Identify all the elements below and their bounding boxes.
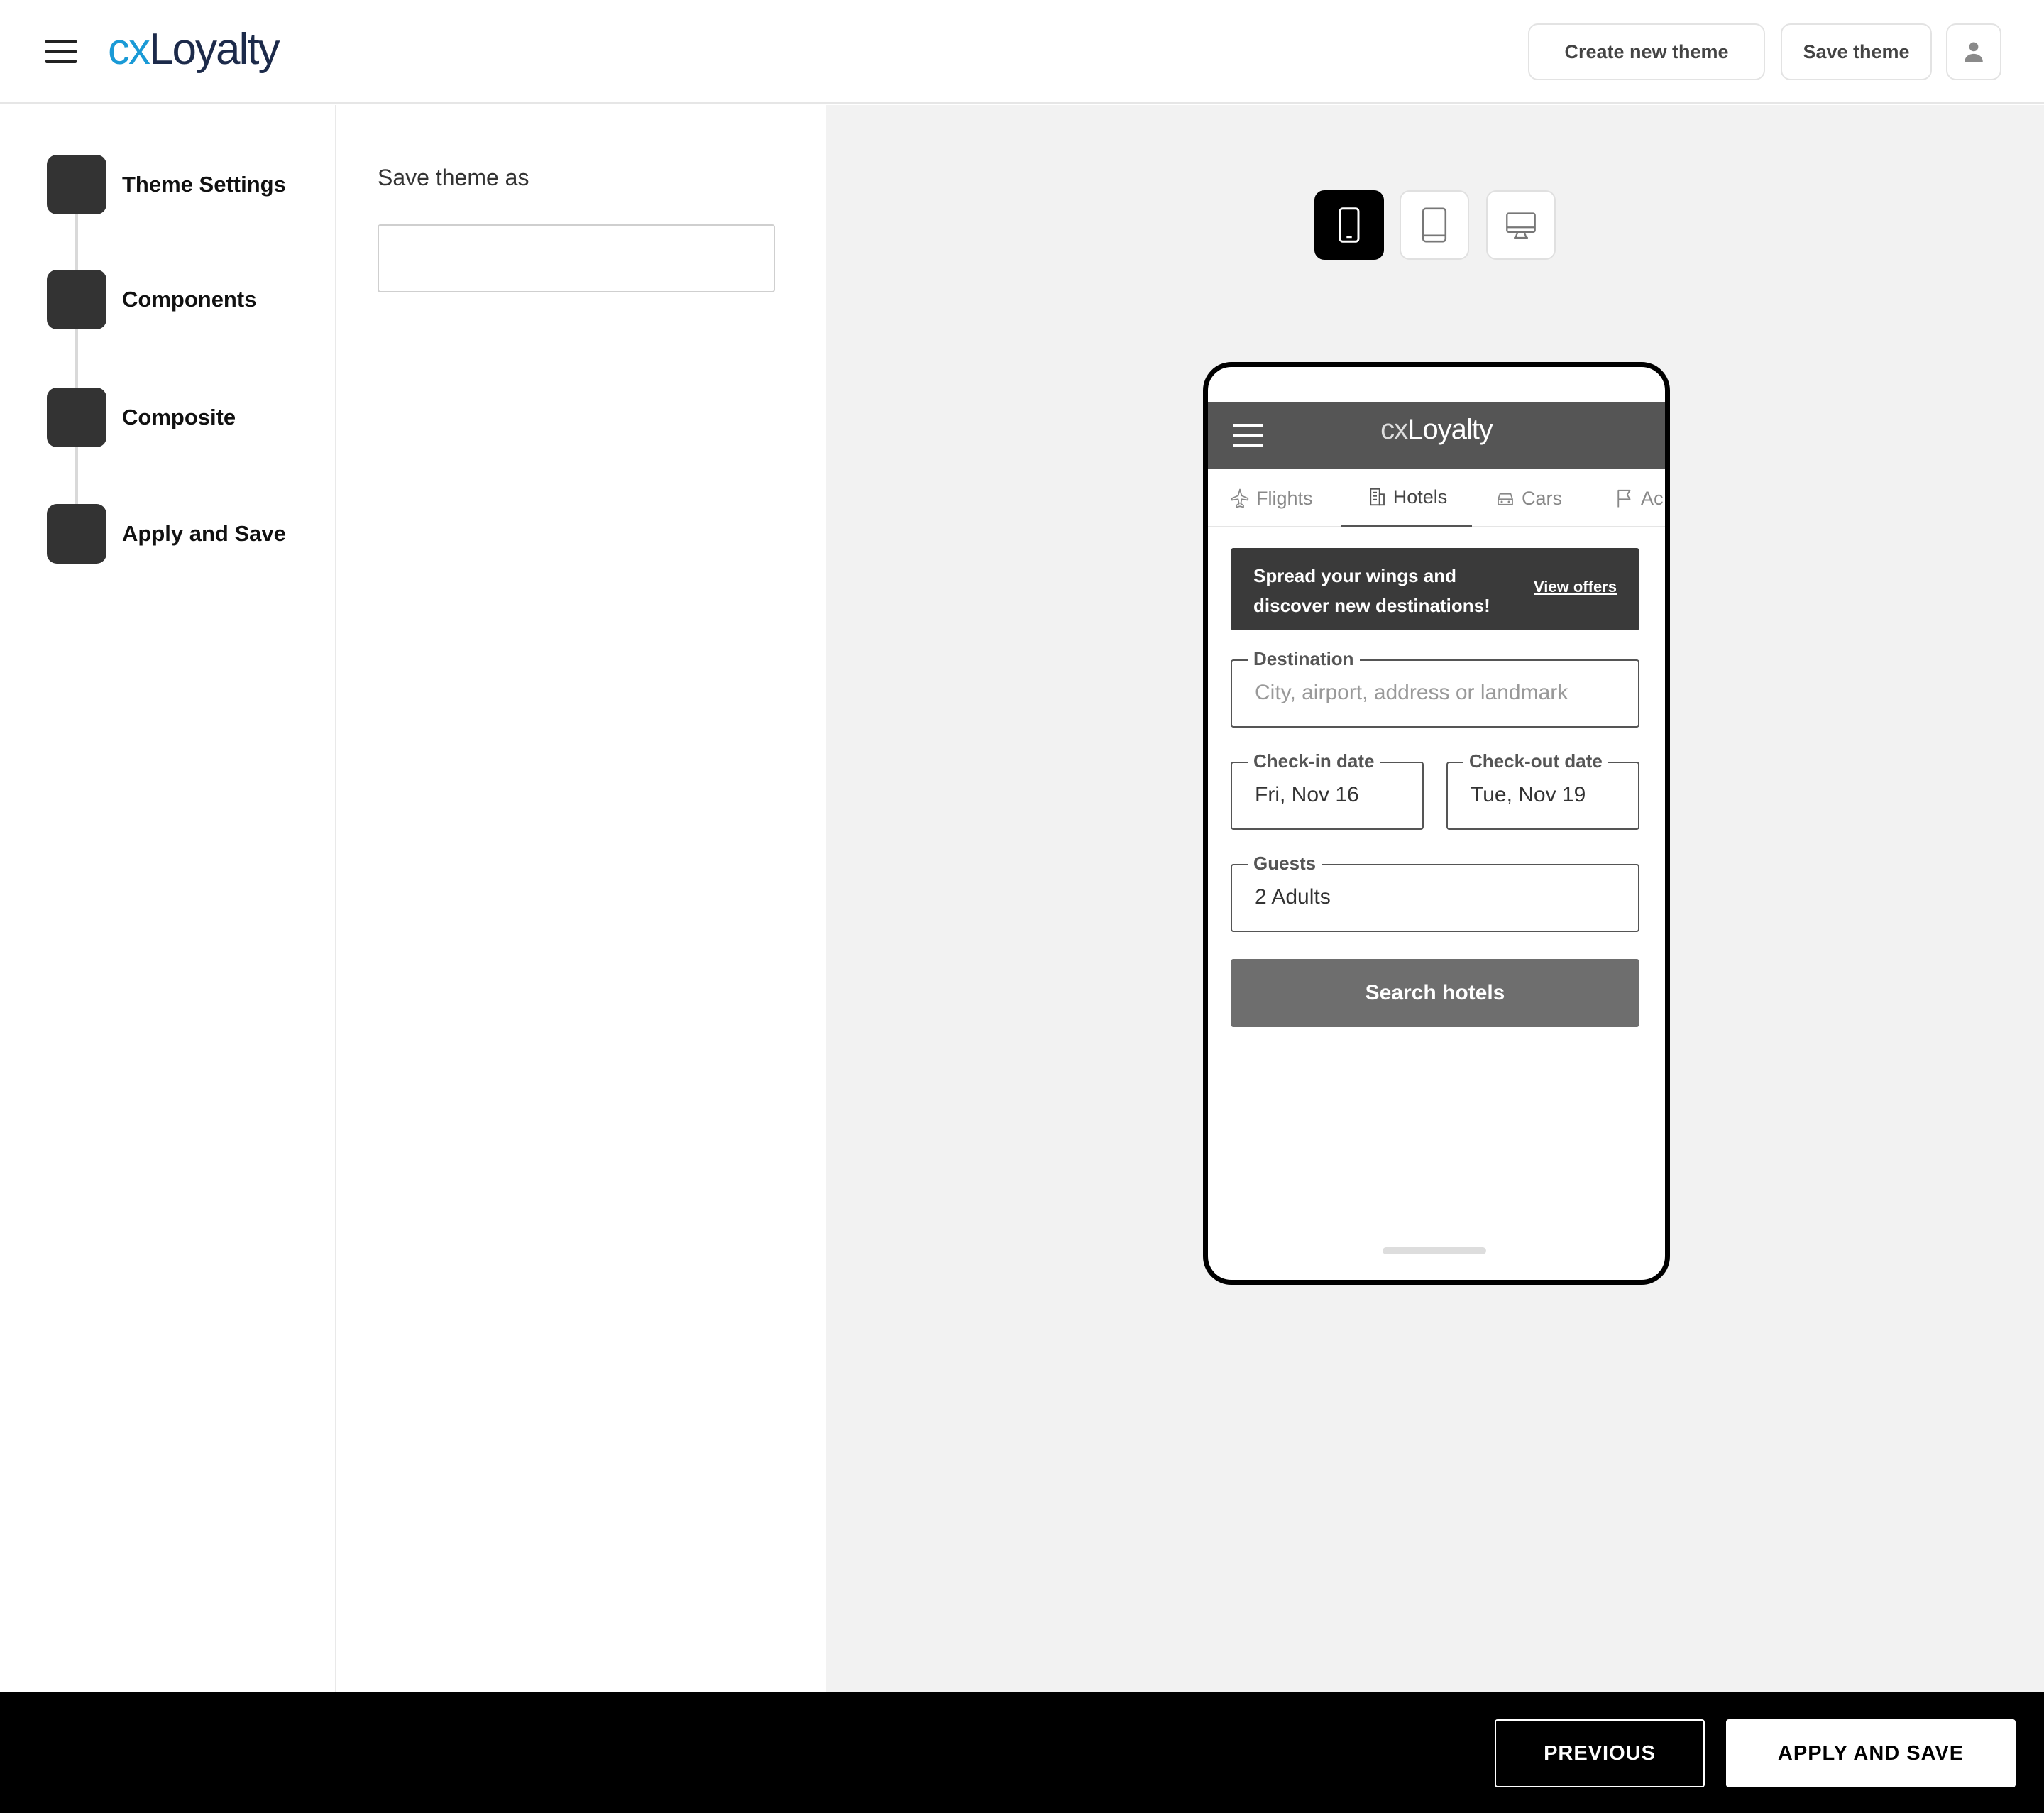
step-apply-and-save[interactable]: Apply and Save [47, 504, 286, 564]
user-account-button[interactable] [1946, 23, 2001, 80]
view-offers-link[interactable]: View offers [1534, 578, 1617, 596]
phone-tabs: Flights Hotels Cars Ac [1208, 469, 1665, 527]
search-hotels-button[interactable]: Search hotels [1231, 959, 1639, 1027]
check-out-label: Check-out date [1463, 750, 1608, 772]
step-composite[interactable]: Composite [47, 388, 236, 447]
building-icon [1370, 488, 1385, 506]
tablet-view-button[interactable] [1400, 190, 1469, 260]
plane-icon [1231, 488, 1249, 508]
logo: cxLoyalty [108, 25, 280, 74]
flag-icon [1617, 489, 1631, 508]
menu-icon[interactable] [45, 40, 77, 63]
save-theme-as-label: Save theme as [378, 165, 529, 190]
tab-flights[interactable]: Flights [1229, 469, 1313, 527]
phone-logo: cxLoyalty [1380, 414, 1493, 445]
create-new-theme-button[interactable]: Create new theme [1528, 23, 1765, 80]
settings-panel: Save theme as [338, 105, 826, 1692]
step-indicator [47, 388, 106, 447]
phone-preview: cxLoyalty Flights Hotels Cars Ac Spread … [1203, 362, 1670, 1285]
theme-name-input[interactable] [378, 224, 775, 292]
destination-placeholder: City, airport, address or landmark [1255, 681, 1568, 704]
tablet-icon [1422, 207, 1447, 243]
previous-button[interactable]: PREVIOUS [1495, 1719, 1705, 1787]
step-components[interactable]: Components [47, 270, 256, 329]
car-icon [1498, 493, 1513, 505]
check-in-field[interactable]: Check-in date Fri, Nov 16 [1231, 750, 1424, 830]
phone-header: cxLoyalty [1208, 402, 1665, 469]
step-connector [75, 190, 78, 545]
step-navigator: Theme Settings Components Composite Appl… [0, 105, 336, 1692]
step-label: Theme Settings [122, 172, 286, 197]
home-indicator [1383, 1247, 1486, 1254]
mobile-icon [1339, 207, 1360, 243]
promo-banner: Spread your wings and discover new desti… [1231, 548, 1639, 630]
step-indicator [47, 270, 106, 329]
destination-label: Destination [1248, 648, 1360, 670]
step-indicator [47, 504, 106, 564]
guests-value: 2 Adults [1255, 885, 1331, 909]
preview-area: cxLoyalty Flights Hotels Cars Ac Spread … [826, 105, 2044, 1692]
save-theme-button[interactable]: Save theme [1781, 23, 1932, 80]
apply-and-save-button[interactable]: APPLY AND SAVE [1726, 1719, 2016, 1787]
desktop-icon [1506, 212, 1536, 239]
footer-bar: PREVIOUS APPLY AND SAVE [0, 1692, 2044, 1813]
tab-cars[interactable]: Cars [1495, 469, 1562, 527]
check-in-label: Check-in date [1248, 750, 1380, 772]
desktop-view-button[interactable] [1486, 190, 1556, 260]
step-label: Components [122, 287, 257, 312]
promo-banner-text: Spread your wings and discover new desti… [1253, 565, 1490, 616]
step-label: Composite [122, 405, 236, 429]
step-indicator [47, 155, 106, 214]
user-icon [1965, 42, 1983, 62]
check-out-value: Tue, Nov 19 [1471, 783, 1586, 806]
mobile-view-button[interactable] [1314, 190, 1384, 260]
destination-field[interactable]: Destination City, airport, address or la… [1231, 648, 1639, 728]
check-in-value: Fri, Nov 16 [1255, 783, 1359, 806]
tab-activities[interactable]: Ac [1614, 469, 1664, 527]
top-bar: cxLoyalty Create new theme Save theme [0, 0, 2044, 104]
check-out-field[interactable]: Check-out date Tue, Nov 19 [1446, 750, 1639, 830]
step-label: Apply and Save [122, 521, 286, 546]
guests-label: Guests [1248, 853, 1322, 875]
tab-hotels[interactable]: Hotels [1341, 469, 1472, 527]
step-theme-settings[interactable]: Theme Settings [47, 155, 286, 214]
guests-field[interactable]: Guests 2 Adults [1231, 853, 1639, 932]
